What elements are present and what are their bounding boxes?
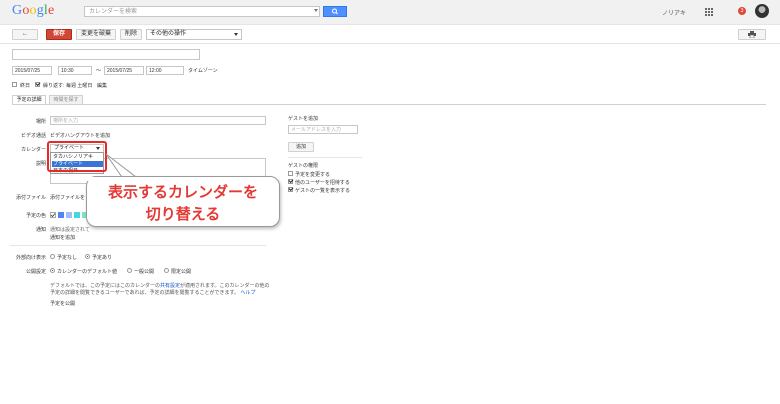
guest-permissions-label: ゲストの権限 [288,163,319,169]
invite-others-label: 他のユーザーを招待する [295,180,350,186]
video-call-label: ビデオ通話 [20,133,46,139]
start-time-input[interactable]: 10:30 [58,66,92,75]
save-button[interactable]: 保存 [46,29,72,40]
event-color-label: 予定の色 [25,213,46,219]
help-link[interactable]: ヘルプ [240,290,255,296]
add-guest-button[interactable]: 追加 [288,142,314,152]
check-icon [50,213,56,218]
attachment-label: 添付ファイル [15,195,46,201]
add-hangout-link[interactable]: ビデオハングアウトを追加 [50,132,110,139]
calendar-default-label: カレンダーのデフォルト値 [57,269,118,275]
event-title-input[interactable] [12,49,200,60]
tab-divider [12,104,766,105]
color-swatch[interactable] [74,212,80,218]
notification-badge[interactable]: 3 [738,7,746,15]
publish-event-link[interactable]: 予定を公開 [50,300,75,307]
add-attachment-link[interactable]: 添付ファイルを [50,194,85,201]
private-radio[interactable] [164,268,169,273]
chevron-down-icon [234,33,238,36]
invite-others-checkbox[interactable] [288,179,293,184]
start-date-input[interactable]: 2015/07/25 [12,66,52,75]
add-guests-label: ゲストを追加 [288,116,319,122]
logo-letter: o [22,3,30,18]
print-button[interactable] [738,29,766,40]
show-me-as-label: 外部向け表示 [15,255,46,261]
description-label: 説明 [35,161,46,167]
callout-pointer-mask [87,177,117,181]
available-radio[interactable] [50,254,55,259]
print-icon [748,31,756,39]
privacy-note-2: 予定の詳細を閲覧できるユーザーであれば、予定の詳細を閲覧することができます。 ヘ… [50,289,280,296]
repeat-summary: 毎週 土曜日 [66,83,93,89]
end-time-input[interactable]: 12:00 [146,66,184,75]
color-swatch[interactable] [58,212,64,218]
see-guest-list-label: ゲストの一覧を表示する [295,188,351,194]
color-swatch-default[interactable] [50,212,56,218]
calendar-default-radio[interactable] [50,268,55,273]
calendar-label: カレンダー [20,147,46,153]
section-divider [10,245,266,246]
busy-label: 予定あり [92,255,113,261]
timezone-link[interactable]: タイムゾーン [188,67,218,74]
public-radio[interactable] [127,268,132,273]
private-label: 限定公開 [171,269,192,275]
guest-divider [288,157,362,158]
search-input[interactable]: カレンダーを検索 [84,6,320,17]
back-button[interactable]: ← [12,29,38,40]
search-options-icon[interactable] [314,9,318,12]
location-input[interactable]: 場所を入力 [50,116,266,125]
avatar[interactable] [755,4,769,18]
end-date-input[interactable]: 2015/07/25 [104,66,144,75]
see-guest-list-checkbox[interactable] [288,187,293,192]
delete-button[interactable]: 削除 [120,29,142,40]
all-day-label: 終日 [20,83,31,89]
google-logo[interactable]: Google [12,3,54,19]
repeat-label: 繰り返す: [43,83,65,89]
logo-letter: e [48,3,55,18]
discard-button[interactable]: 変更を破棄 [76,29,116,40]
user-name[interactable]: ノリアキ [662,8,686,17]
privacy-note: デフォルトでは、この予定にはこのカレンダーの共有設定が適用されます。このカレンダ… [50,282,280,289]
available-label: 予定なし [57,255,78,261]
location-label: 場所 [35,119,46,125]
privacy-label: 公開設定 [25,269,46,275]
annotation-callout: 表示するカレンダーを 切り替える [86,176,280,227]
guest-email-input[interactable]: メールアドレスを入力 [288,125,358,134]
callout-line-2: 切り替える [145,206,221,223]
modify-event-label: 予定を変更する [295,172,331,178]
add-notification-link[interactable]: 通知を追加 [50,234,75,241]
privacy-note-text: 予定の詳細を閲覧できるユーザーであれば、予定の詳細を閲覧することができます。 [50,290,239,296]
busy-radio[interactable] [85,254,90,259]
more-actions-select[interactable]: その他の操作 [146,29,242,40]
range-separator: ～ [96,68,102,74]
color-swatch[interactable] [66,212,72,218]
apps-grid-icon[interactable] [705,8,713,16]
repeat-edit-link[interactable]: 編集 [97,82,107,89]
callout-line-1: 表示するカレンダーを [107,184,258,201]
more-actions-label: その他の操作 [150,31,187,37]
logo-letter: o [29,3,37,18]
logo-letter: g [36,3,44,18]
public-label: 一般公開 [134,269,155,275]
search-button[interactable] [323,6,347,17]
repeat-checkbox[interactable] [35,82,40,87]
modify-event-checkbox[interactable] [288,171,293,176]
search-icon [332,8,338,15]
logo-letter: G [12,3,23,18]
notification-status: 通知は設定されて [50,227,90,233]
all-day-checkbox[interactable] [12,82,17,87]
divider [0,43,780,44]
notification-label: 通知 [35,227,46,233]
